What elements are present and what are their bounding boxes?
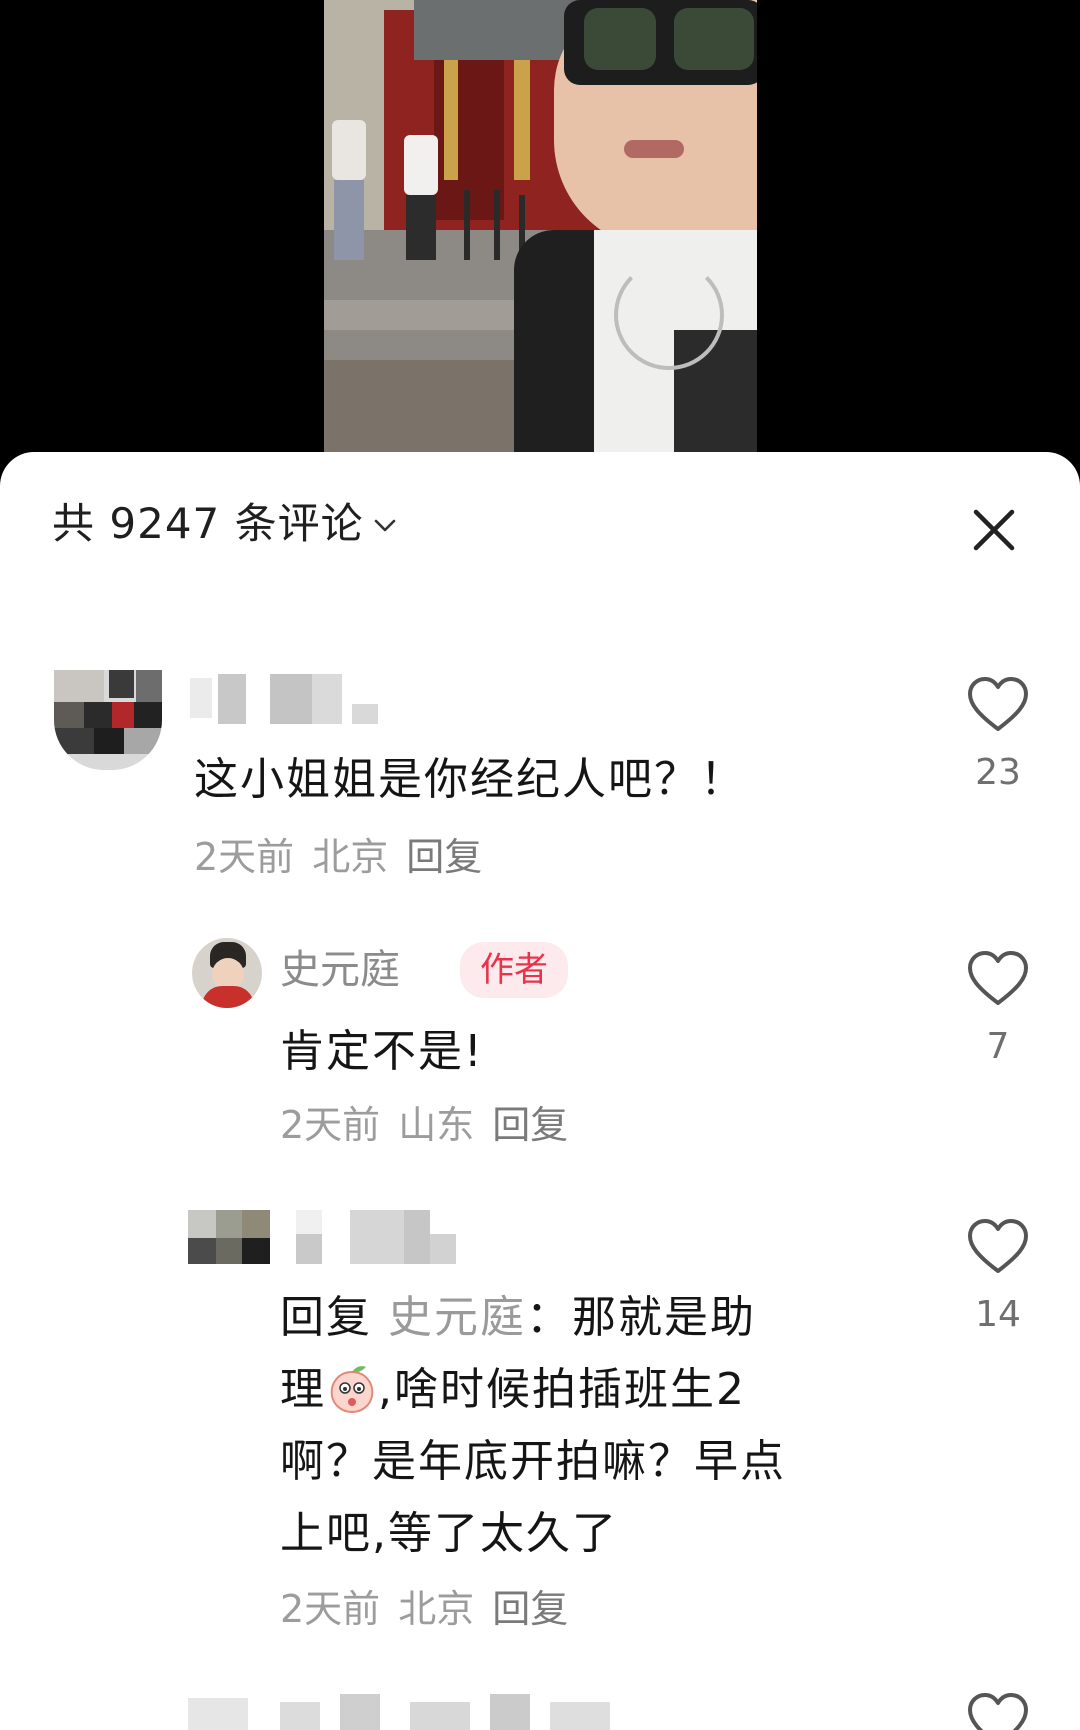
comment-location: 山东 xyxy=(398,1103,475,1147)
comment-text-line2: ,啥时候拍插班生2 xyxy=(378,1364,746,1415)
like-count: 14 xyxy=(975,1294,1021,1335)
reply-button[interactable]: 回复 xyxy=(492,1103,568,1147)
heart-outline-icon[interactable] xyxy=(966,1692,1030,1730)
comment-location: 北京 xyxy=(312,835,389,879)
reply-to-username[interactable]: 史元庭 xyxy=(388,1292,526,1343)
heart-outline-icon[interactable] xyxy=(966,676,1030,734)
video-player[interactable] xyxy=(0,0,1080,470)
comment-count-suffix: 条评论 xyxy=(234,499,364,548)
comment-time: 2天前 xyxy=(280,1587,381,1631)
comment-text-line4: 上吧,等了太久了 xyxy=(280,1508,618,1559)
username-blurred[interactable] xyxy=(190,674,390,724)
reply-prefix: 回复 xyxy=(280,1292,372,1343)
comment-meta: 2天前 北京 回复 xyxy=(280,1582,586,1636)
like-count: 7 xyxy=(986,1026,1010,1067)
avatar[interactable] xyxy=(188,1210,270,1266)
chevron-down-icon[interactable] xyxy=(372,512,398,538)
comment-count-prefix: 共 xyxy=(52,499,96,548)
comment-meta: 2天前 山东 回复 xyxy=(280,1098,586,1152)
comment-location: 北京 xyxy=(398,1587,475,1631)
reply-button[interactable]: 回复 xyxy=(492,1587,568,1631)
heart-outline-icon[interactable] xyxy=(966,1218,1030,1276)
close-icon[interactable] xyxy=(964,500,1024,560)
comment-count-number: 9247 xyxy=(109,499,221,548)
peach-sticker-emoji xyxy=(330,1366,374,1414)
comments-panel: 共 9247 条评论 这小姐姐是你经纪人吧？！ 2天前 北京 回复 23 史元庭… xyxy=(0,452,1080,1730)
comment-text-line1b: 理 xyxy=(280,1364,326,1415)
avatar[interactable] xyxy=(188,1698,248,1730)
comment-count-title[interactable]: 共 9247 条评论 xyxy=(52,494,364,554)
author-badge: 作者 xyxy=(460,942,568,998)
comment-text: 回复 史元庭：那就是助 理 ,啥时候拍插班生2 啊？是年底开拍嘛？早点 上吧,等… xyxy=(280,1282,900,1570)
video-frame[interactable] xyxy=(324,0,757,455)
comment-time: 2天前 xyxy=(194,835,295,879)
heart-outline-icon[interactable] xyxy=(966,950,1030,1008)
avatar[interactable] xyxy=(192,938,262,1008)
comment-text: 这小姐姐是你经纪人吧？！ xyxy=(194,754,746,805)
username[interactable]: 史元庭 xyxy=(280,942,400,998)
reply-button[interactable]: 回复 xyxy=(406,835,482,879)
comment-text-line1: ：那就是助 xyxy=(526,1292,756,1343)
avatar[interactable] xyxy=(54,670,162,770)
comment-text-line3: 啊？是年底开拍嘛？早点 xyxy=(280,1436,786,1487)
like-count: 23 xyxy=(975,752,1021,793)
username-blurred[interactable] xyxy=(280,1694,640,1730)
comment-meta: 2天前 北京 回复 xyxy=(194,830,500,884)
username-blurred[interactable] xyxy=(296,1210,466,1264)
comment-text: 肯定不是! xyxy=(280,1026,484,1077)
comment-time: 2天前 xyxy=(280,1103,381,1147)
